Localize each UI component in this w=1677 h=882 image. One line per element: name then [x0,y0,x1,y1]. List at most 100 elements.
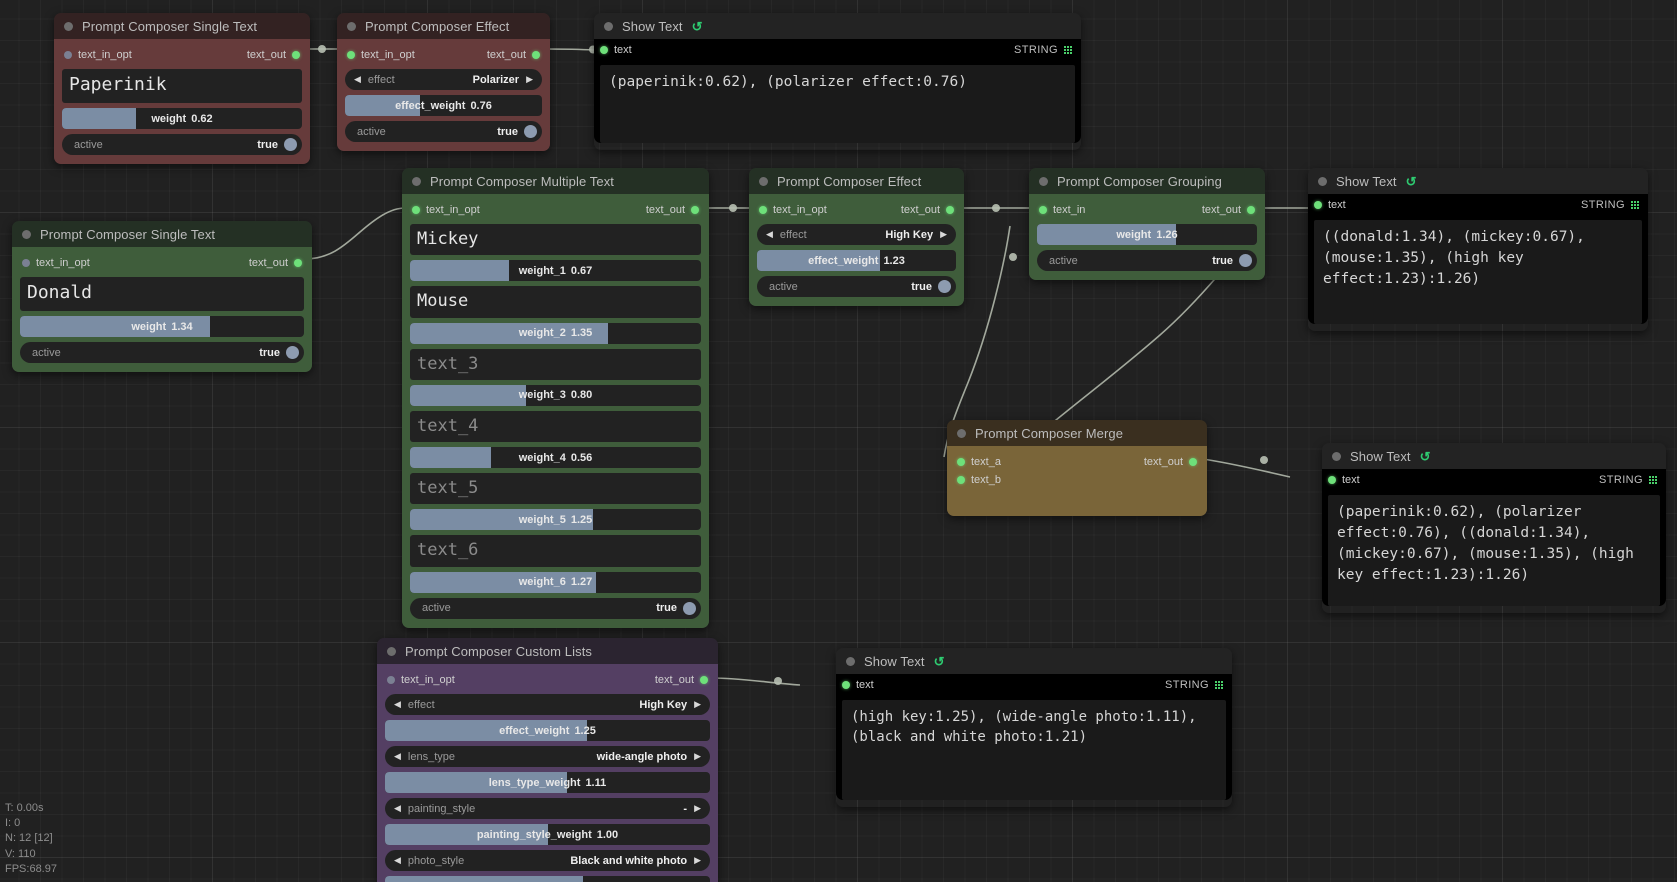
collapse-dot-icon[interactable] [1332,451,1341,461]
input-port-text-in[interactable]: text_in [1039,204,1085,216]
node-title-bar[interactable]: Show Text ↺ [836,648,1232,674]
active-toggle[interactable]: active true [62,134,302,155]
collapse-dot-icon[interactable] [604,21,613,31]
port-dot-icon[interactable] [1039,205,1047,214]
node-prompt-composer-custom-lists[interactable]: Prompt Composer Custom Lists text_in_opt… [377,638,718,882]
node-title-bar[interactable]: Prompt Composer Effect [749,168,964,194]
port-dot-icon[interactable] [22,258,30,267]
node-prompt-composer-effect-high-key[interactable]: Prompt Composer Effect text_in_opt text_… [749,168,964,306]
node-title-bar[interactable]: Show Text ↺ [1322,443,1666,469]
text-input-field-1[interactable]: Mickey [410,224,701,256]
input-port-text-a[interactable]: text_a [957,456,1001,468]
collapse-dot-icon[interactable] [347,21,356,31]
prev-arrow-icon[interactable]: ◀ [394,804,401,813]
collapse-dot-icon[interactable] [957,428,966,438]
input-port-text-in-opt[interactable]: text_in_opt [64,49,132,61]
text-output-area[interactable]: (paperinik:0.62), (polarizer effect:0.76… [1328,495,1660,606]
effect-weight-slider[interactable]: effect_weight 1.25 [385,720,710,741]
next-arrow-icon[interactable]: ▶ [694,752,701,761]
weight-slider-2[interactable]: weight_2 1.35 [410,322,701,344]
weight-slider-4[interactable]: weight_4 0.56 [410,447,701,468]
active-toggle[interactable]: active true [20,342,304,363]
input-port-text[interactable]: text [600,44,632,56]
input-port-text-in-opt[interactable]: text_in_opt [387,674,455,686]
port-dot-icon[interactable] [700,675,708,684]
port-dot-icon[interactable] [600,46,608,54]
node-show-text-custom-lists[interactable]: Show Text ↺ text STRING (high key:1.25),… [836,648,1232,807]
node-title-bar[interactable]: Prompt Composer Effect [337,13,550,39]
photo-style-weight-slider[interactable]: photo_style_weight1.21 [385,876,710,882]
active-toggle[interactable]: active true [757,276,956,297]
collapse-dot-icon[interactable] [759,176,768,186]
output-port-text-out[interactable]: text_out [487,49,540,61]
toggle-knob-icon[interactable] [286,346,299,359]
prev-arrow-icon[interactable]: ◀ [394,856,401,865]
output-port-text-out[interactable]: text_out [249,257,302,269]
input-port-text-in-opt[interactable]: text_in_opt [22,257,90,269]
next-arrow-icon[interactable]: ▶ [694,700,701,709]
node-title-bar[interactable]: Prompt Composer Merge [947,420,1207,446]
collapse-dot-icon[interactable] [387,646,396,656]
prev-arrow-icon[interactable]: ◀ [394,752,401,761]
input-port-text-in-opt[interactable]: text_in_opt [759,204,827,216]
port-dot-icon[interactable] [294,258,302,267]
node-prompt-composer-merge[interactable]: Prompt Composer Merge text_a text_out te… [947,420,1207,516]
refresh-icon[interactable]: ↺ [934,655,945,668]
node-show-text-merge[interactable]: Show Text ↺ text STRING (paperinik:0.62)… [1322,443,1666,613]
weight-slider[interactable]: weight 1.34 [20,316,304,337]
next-arrow-icon[interactable]: ▶ [526,75,533,84]
text-output-area[interactable]: (high key:1.25), (wide-angle photo:1.11)… [842,700,1226,800]
input-port-text[interactable]: text [1328,474,1360,486]
next-arrow-icon[interactable]: ▶ [694,804,701,813]
port-dot-icon[interactable] [64,50,72,59]
painting-style-combo[interactable]: ◀ painting_style - ▶ [385,798,710,819]
collapse-dot-icon[interactable] [64,21,73,31]
text-input-field-4[interactable]: text_4 [410,410,701,442]
lens-type-weight-slider[interactable]: lens_type_weight 1.11 [385,772,710,793]
next-arrow-icon[interactable]: ▶ [694,856,701,865]
node-prompt-composer-effect-polarizer[interactable]: Prompt Composer Effect text_in_opt text_… [337,13,550,151]
node-show-text-top[interactable]: Show Text ↺ text STRING (paperinik:0.62)… [594,13,1081,150]
port-dot-icon[interactable] [957,475,965,484]
text-input-field[interactable]: Paperinik [62,69,302,103]
output-port-text-out[interactable]: text_out [646,204,699,216]
node-title-bar[interactable]: Prompt Composer Single Text [54,13,310,39]
port-dot-icon[interactable] [1314,201,1322,209]
effect-weight-slider[interactable]: effect_weight 1.23 [757,250,956,271]
port-dot-icon[interactable] [532,50,540,59]
active-toggle[interactable]: active true [345,121,542,142]
refresh-icon[interactable]: ↺ [1420,450,1431,463]
port-dot-icon[interactable] [347,50,355,59]
prev-arrow-icon[interactable]: ◀ [766,230,773,239]
node-show-text-grouping[interactable]: Show Text ↺ text STRING ((donald:1.34), … [1308,168,1648,331]
photo-style-combo[interactable]: ◀ photo_style Black and white photo ▶ [385,850,710,871]
node-prompt-composer-multiple-text[interactable]: Prompt Composer Multiple Text text_in_op… [402,168,709,628]
toggle-knob-icon[interactable] [683,601,696,615]
active-toggle[interactable]: active true [410,597,701,619]
text-input-field-6[interactable]: text_6 [410,535,701,567]
node-title-bar[interactable]: Prompt Composer Grouping [1029,168,1265,194]
node-title-bar[interactable]: Show Text ↺ [594,13,1081,39]
node-prompt-composer-single-text-paperinik[interactable]: Prompt Composer Single Text text_in_opt … [54,13,310,164]
node-title-bar[interactable]: Prompt Composer Multiple Text [402,168,709,194]
collapse-dot-icon[interactable] [1318,176,1327,186]
output-port-text-out[interactable]: text_out [901,204,954,216]
collapse-dot-icon[interactable] [22,229,31,239]
port-dot-icon[interactable] [292,50,300,59]
port-dot-icon[interactable] [842,681,850,689]
toggle-knob-icon[interactable] [1239,254,1252,267]
output-port-text-out[interactable]: text_out [1144,456,1197,468]
effect-combo[interactable]: ◀ effect Polarizer ▶ [345,69,542,90]
collapse-dot-icon[interactable] [846,656,855,666]
effect-combo[interactable]: ◀ effect High Key ▶ [757,224,956,245]
text-input-field-5[interactable]: text_5 [410,473,701,505]
weight-slider[interactable]: weight 0.62 [62,108,302,129]
port-dot-icon[interactable] [957,457,965,466]
painting-style-weight-slider[interactable]: painting_style_weight 1.00 [385,824,710,845]
text-output-area[interactable]: ((donald:1.34), (mickey:0.67), (mouse:1.… [1314,220,1642,324]
active-toggle[interactable]: active true [1037,250,1257,271]
input-port-text-in-opt[interactable]: text_in_opt [412,204,480,216]
port-dot-icon[interactable] [759,205,767,214]
refresh-icon[interactable]: ↺ [1406,175,1417,188]
prev-arrow-icon[interactable]: ◀ [394,700,401,709]
